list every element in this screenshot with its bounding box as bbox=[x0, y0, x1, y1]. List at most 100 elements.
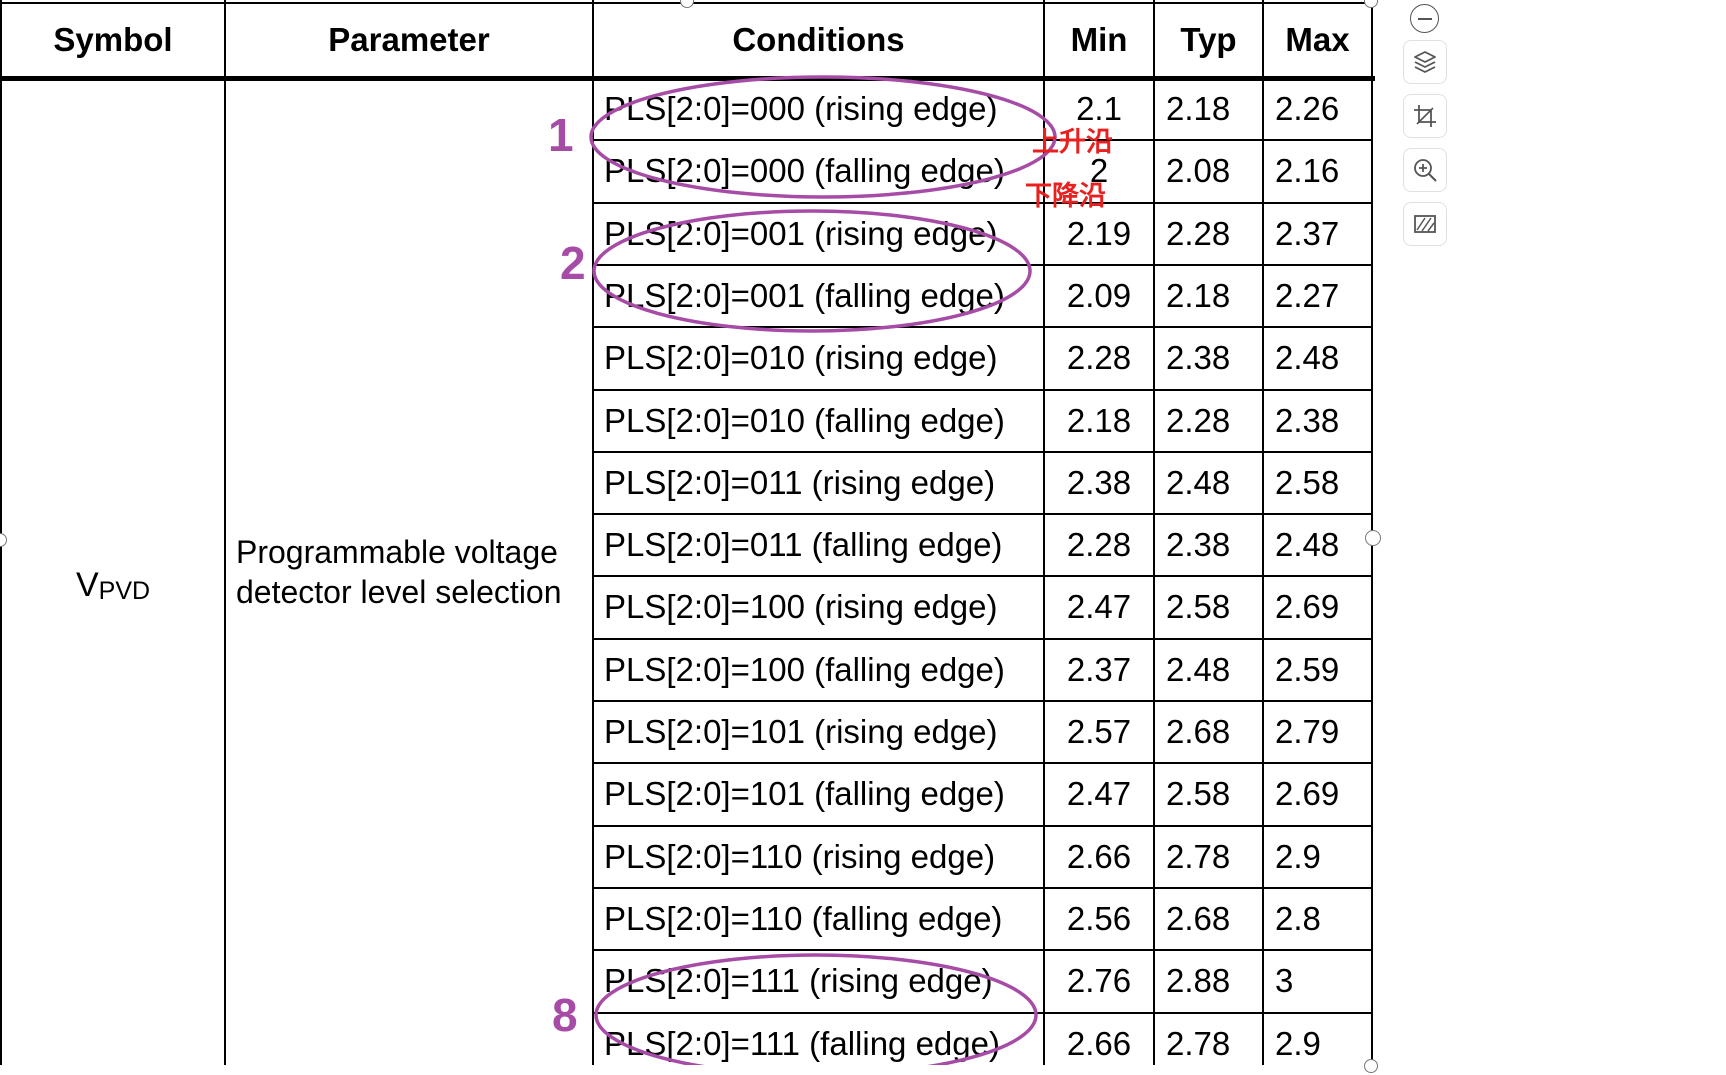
typ-value-cell: 2.68 bbox=[1166, 713, 1231, 750]
header-symbol: Symbol bbox=[53, 21, 173, 58]
typ-value-cell: 2.18 bbox=[1166, 276, 1231, 314]
typ-value-cell: 2.88 bbox=[1166, 962, 1231, 1000]
condition-cell: PLS[2:0]=000 (rising edge) bbox=[604, 90, 998, 127]
layers-button[interactable] bbox=[1403, 40, 1447, 84]
condition-cell: PLS[2:0]=100 (falling edge) bbox=[604, 650, 1005, 688]
pvd-spec-table: Symbol Parameter Conditions Min Typ Max … bbox=[0, 0, 1375, 1065]
min-value-cell: 2.28 bbox=[1066, 526, 1132, 564]
row-divider bbox=[592, 886, 1373, 889]
parameter-cell: Programmable voltage detector level sele… bbox=[236, 532, 596, 612]
zoom-in-button[interactable] bbox=[1403, 148, 1447, 192]
typ-value-cell: 2.38 bbox=[1166, 526, 1231, 564]
typ-value-cell: 2.78 bbox=[1166, 1024, 1231, 1062]
typ-value-cell: 2.58 bbox=[1166, 775, 1231, 813]
header-conditions: Conditions bbox=[732, 21, 905, 58]
max-value-cell: 2.9 bbox=[1275, 837, 1321, 875]
min-value-cell: 2.28 bbox=[1066, 339, 1132, 377]
max-value-cell: 2.58 bbox=[1275, 463, 1340, 501]
max-value-cell: 2.16 bbox=[1275, 152, 1340, 190]
min-value-cell: 2.66 bbox=[1066, 837, 1132, 875]
crop-button[interactable] bbox=[1403, 94, 1447, 138]
crop-icon bbox=[1414, 105, 1436, 127]
typ-value-cell: 2.18 bbox=[1166, 90, 1231, 127]
condition-cell: PLS[2:0]=110 (falling edge) bbox=[604, 899, 1003, 937]
row-divider bbox=[592, 139, 1373, 142]
max-value-cell: 3 bbox=[1275, 962, 1294, 1000]
minus-icon bbox=[1417, 17, 1432, 20]
condition-cell: PLS[2:0]=000 (falling edge) bbox=[604, 152, 1005, 190]
column-divider bbox=[224, 0, 226, 1065]
row-divider bbox=[592, 450, 1373, 453]
parameter-line: detector level selection bbox=[236, 574, 562, 610]
layers-icon bbox=[1414, 51, 1436, 73]
max-value-cell: 2.59 bbox=[1275, 650, 1340, 688]
symbol-cell: V PVD bbox=[2, 540, 224, 630]
row-divider bbox=[592, 575, 1373, 578]
header-max: Max bbox=[1285, 21, 1350, 58]
annotation-marker-8: 8 bbox=[552, 989, 578, 1041]
row-divider bbox=[592, 1011, 1373, 1014]
hatch-button[interactable] bbox=[1403, 202, 1447, 246]
resize-handle[interactable] bbox=[1364, 0, 1378, 8]
max-value-cell: 2.37 bbox=[1275, 214, 1340, 252]
symbol-text: V bbox=[75, 565, 99, 604]
resize-handle[interactable] bbox=[1365, 530, 1381, 546]
condition-cell: PLS[2:0]=100 (rising edge) bbox=[604, 588, 998, 626]
row-divider bbox=[592, 388, 1373, 391]
condition-cell: PLS[2:0]=111 (falling edge) bbox=[604, 1024, 1000, 1062]
min-value-cell: 2.76 bbox=[1066, 962, 1132, 1000]
max-value-cell: 2.48 bbox=[1275, 526, 1340, 564]
resize-handle[interactable] bbox=[1364, 1059, 1378, 1073]
condition-cell: PLS[2:0]=110 (rising edge) bbox=[604, 837, 996, 875]
hatch-icon bbox=[1414, 215, 1436, 233]
typ-value-cell: 2.28 bbox=[1166, 214, 1231, 252]
typ-value-cell: 2.78 bbox=[1166, 837, 1231, 875]
max-value-cell: 2.9 bbox=[1275, 1024, 1321, 1062]
max-value-cell: 2.48 bbox=[1275, 339, 1340, 377]
typ-value-cell: 2.68 bbox=[1166, 899, 1231, 937]
max-value-cell: 2.38 bbox=[1275, 401, 1340, 439]
symbol-subscript: PVD bbox=[98, 576, 151, 605]
row-divider bbox=[592, 201, 1373, 204]
annotation-marker-2: 2 bbox=[560, 237, 586, 289]
header-min: Min bbox=[1070, 21, 1128, 58]
condition-cell: PLS[2:0]=010 (falling edge) bbox=[604, 401, 1005, 439]
row-divider bbox=[592, 637, 1373, 640]
min-value-cell: 2.56 bbox=[1066, 899, 1132, 937]
rising-edge-note: 上升沿 bbox=[1032, 127, 1113, 158]
annotation-marker-1: 1 bbox=[548, 109, 574, 161]
condition-cell: PLS[2:0]=111 (rising edge) bbox=[604, 962, 993, 1000]
max-value-cell: 2.8 bbox=[1275, 899, 1321, 937]
min-value-cell: 2.47 bbox=[1066, 775, 1132, 813]
typ-value-cell: 2.08 bbox=[1166, 152, 1231, 190]
zoom-out-button[interactable] bbox=[1410, 4, 1439, 33]
row-divider bbox=[592, 762, 1373, 765]
condition-cell: PLS[2:0]=101 (falling edge) bbox=[604, 775, 1005, 813]
row-divider bbox=[592, 949, 1373, 952]
min-value-cell: 2.37 bbox=[1066, 650, 1132, 688]
max-value-cell: 2.27 bbox=[1275, 276, 1340, 314]
typ-value-cell: 2.48 bbox=[1166, 650, 1231, 688]
max-value-cell: 2.69 bbox=[1275, 588, 1340, 626]
row-divider bbox=[592, 824, 1373, 827]
row-divider bbox=[592, 513, 1373, 516]
min-value-cell: 2.18 bbox=[1066, 401, 1132, 439]
condition-cell: PLS[2:0]=011 (rising edge) bbox=[604, 463, 996, 501]
header-typ: Typ bbox=[1180, 21, 1237, 58]
max-value-cell: 2.26 bbox=[1275, 90, 1340, 127]
min-value-cell: 2.47 bbox=[1066, 588, 1132, 626]
row-divider bbox=[592, 326, 1373, 329]
min-value-cell: 2.66 bbox=[1066, 1024, 1132, 1062]
min-value-cell: 2.38 bbox=[1066, 463, 1132, 501]
typ-value-cell: 2.48 bbox=[1166, 463, 1231, 501]
header-parameter: Parameter bbox=[328, 21, 490, 58]
condition-cell: PLS[2:0]=101 (rising edge) bbox=[604, 713, 998, 750]
max-value-cell: 2.79 bbox=[1275, 713, 1340, 750]
typ-value-cell: 2.38 bbox=[1166, 339, 1231, 377]
zoom-in-icon bbox=[1414, 159, 1437, 182]
typ-value-cell: 2.58 bbox=[1166, 588, 1231, 626]
min-value-cell: 2.57 bbox=[1066, 713, 1132, 750]
min-value-cell: 2.09 bbox=[1066, 276, 1132, 314]
condition-cell: PLS[2:0]=011 (falling edge) bbox=[604, 526, 1003, 564]
falling-edge-note: 下降沿 bbox=[1025, 181, 1106, 212]
